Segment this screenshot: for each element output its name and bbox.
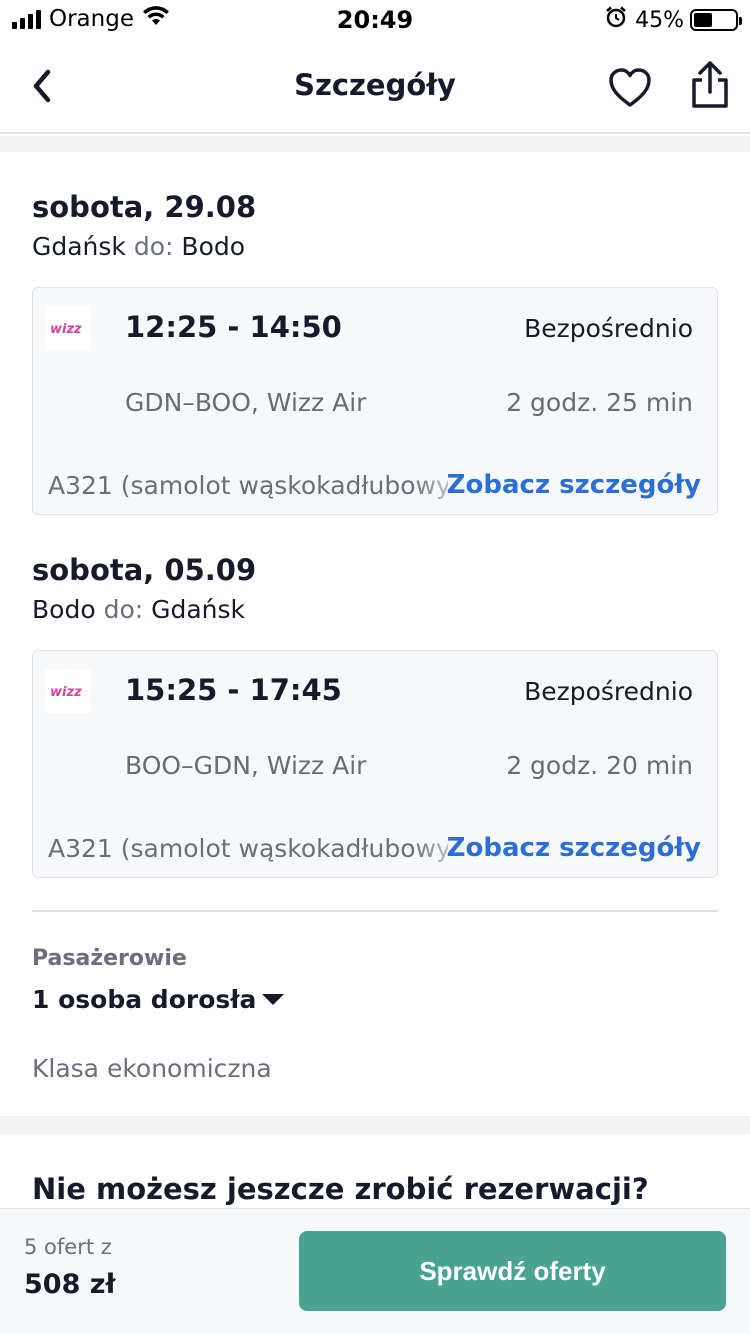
flight-duration: 2 godz. 25 min	[506, 388, 693, 417]
to-word: do:	[103, 595, 144, 624]
back-button[interactable]	[22, 62, 62, 110]
flight-times: 15:25 - 17:45	[125, 673, 342, 707]
inbound-flight-card[interactable]: wizz 15:25 - 17:45 Bezpośrednio BOO–GDN,…	[32, 650, 718, 878]
outbound-route-heading: Gdańsk do: Bodo	[32, 232, 245, 261]
flight-duration: 2 godz. 20 min	[506, 751, 693, 780]
signal-icon	[12, 9, 41, 29]
promo-title: Nie możesz jeszcze zrobić rezerwacji?	[32, 1172, 649, 1206]
battery-percent: 45%	[635, 7, 684, 33]
status-right: 45%	[605, 6, 742, 34]
status-left: Orange	[12, 6, 170, 32]
caret-down-icon	[262, 994, 285, 1005]
share-icon	[692, 61, 728, 108]
wizz-air-logo: wizz	[45, 306, 91, 350]
wifi-icon	[142, 6, 170, 32]
inbound-route-heading: Bodo do: Gdańsk	[32, 595, 245, 624]
passengers-selector[interactable]: 1 osoba dorosła	[32, 985, 285, 1014]
nav-bar: Szczegóły	[0, 40, 750, 134]
share-button[interactable]	[688, 60, 732, 112]
flight-times: 12:25 - 14:50	[125, 310, 342, 344]
divider	[32, 910, 718, 912]
status-bar: Orange 20:49 45%	[0, 0, 750, 40]
passengers-label: Pasażerowie	[32, 946, 187, 971]
cabin-class: Klasa ekonomiczna	[32, 1054, 272, 1083]
chevron-left-icon	[33, 69, 51, 103]
aircraft-type: A321 (samolot wąskokadłubowy)	[48, 834, 448, 863]
wizz-air-logo: wizz	[45, 669, 91, 713]
outbound-date: sobota, 29.08	[32, 190, 257, 224]
heart-icon	[609, 68, 651, 107]
svg-text:wizz: wizz	[50, 322, 82, 337]
svg-text:wizz: wizz	[50, 685, 82, 700]
origin-city: Gdańsk	[32, 232, 126, 261]
destination-city: Gdańsk	[151, 595, 246, 624]
passengers-value: 1 osoba dorosła	[32, 985, 257, 1014]
stops-label: Bezpośrednio	[524, 314, 693, 343]
see-details-link[interactable]: Zobacz szczegóły	[447, 470, 701, 500]
battery-icon	[690, 9, 742, 31]
price: 508 zł	[24, 1269, 116, 1300]
to-word: do:	[133, 232, 174, 261]
section-separator	[0, 1116, 750, 1134]
see-details-link[interactable]: Zobacz szczegóły	[447, 833, 701, 863]
section-separator	[0, 136, 750, 152]
offers-count: 5 ofert z	[24, 1235, 112, 1259]
inbound-date: sobota, 05.09	[32, 553, 257, 587]
check-offers-button[interactable]: Sprawdź oferty	[299, 1231, 726, 1311]
stops-label: Bezpośrednio	[524, 677, 693, 706]
carrier-name: Orange	[49, 6, 134, 32]
bottom-bar: 5 ofert z 508 zł Sprawdź oferty	[0, 1208, 750, 1334]
flight-route: BOO–GDN, Wizz Air	[125, 751, 367, 780]
outbound-flight-card[interactable]: wizz 12:25 - 14:50 Bezpośrednio GDN–BOO,…	[32, 287, 718, 515]
aircraft-type: A321 (samolot wąskokadłubowy)	[48, 471, 448, 500]
alarm-icon	[605, 6, 627, 34]
favorite-button[interactable]	[606, 64, 654, 112]
destination-city: Bodo	[181, 232, 246, 261]
origin-city: Bodo	[32, 595, 96, 624]
flight-route: GDN–BOO, Wizz Air	[125, 388, 367, 417]
